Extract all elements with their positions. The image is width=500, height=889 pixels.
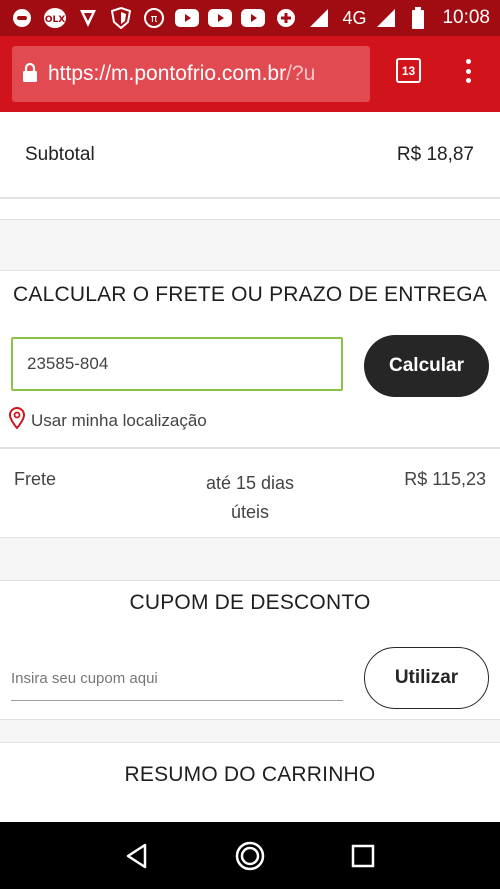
youtube-icon <box>208 6 232 30</box>
status-bar: OLX π 4G 10:08 <box>0 0 500 36</box>
frete-deadline-line2: úteis <box>230 502 270 522</box>
url-rest: /?u <box>286 62 316 85</box>
shield-icon <box>109 6 133 30</box>
pi-icon: π <box>142 6 166 30</box>
signal-icon <box>307 6 331 30</box>
overflow-menu-button[interactable] <box>458 56 478 86</box>
svg-text:OLX: OLX <box>45 15 65 25</box>
subtotal-label: Subtotal <box>25 144 95 165</box>
shipping-calculator: CALCULAR O FRETE OU PRAZO DE ENTREGA 235… <box>0 270 500 448</box>
coupon-title: CUPOM DE DESCONTO <box>129 591 371 614</box>
divider-strip <box>0 198 500 220</box>
vpn-icon <box>76 6 100 30</box>
use-location-link[interactable]: Usar minha localização <box>8 406 207 434</box>
shipping-result-row: Frete até 15 dias úteis R$ 115,23 <box>0 448 500 538</box>
menu-dot <box>465 59 471 64</box>
menu-dot <box>465 68 471 74</box>
location-pin-icon <box>8 406 26 434</box>
use-location-label: Usar minha localização <box>31 410 207 430</box>
youtube-icon <box>241 6 265 30</box>
frete-label: Frete <box>14 469 57 489</box>
svg-text:π: π <box>151 12 158 25</box>
shipping-title: CALCULAR O FRETE OU PRAZO DE ENTREGA <box>13 283 487 306</box>
cep-input[interactable]: 23585-804 <box>11 337 343 391</box>
url-main: https://m.pontofrio.com.br <box>48 62 287 85</box>
calculate-button[interactable]: Calcular <box>364 335 489 397</box>
address-bar[interactable]: https://m.pontofrio.com.br/?u <box>12 46 370 102</box>
mdroid-icon <box>274 6 298 30</box>
tab-switcher-button[interactable]: 13 <box>396 58 421 83</box>
apply-coupon-button[interactable]: Utilizar <box>364 647 489 709</box>
browser-toolbar: https://m.pontofrio.com.br/?u 13 <box>0 36 500 112</box>
url-text: https://m.pontofrio.com.br/?u <box>48 62 315 86</box>
olx-icon: OLX <box>43 6 67 30</box>
frete-value: R$ 115,23 <box>404 469 486 489</box>
menu-dot <box>465 78 471 83</box>
frete-deadline: até 15 dias úteis <box>180 469 320 527</box>
battery-icon <box>406 6 430 30</box>
youtube-icon <box>175 6 199 30</box>
cell-signal-icon <box>374 6 398 30</box>
notification-icons: OLX π <box>10 6 331 30</box>
status-right: 4G 10:08 <box>342 6 490 30</box>
page-content: Subtotal R$ 18,87 CALCULAR O FRETE OU PR… <box>0 112 500 822</box>
lock-icon <box>22 62 38 87</box>
home-button[interactable] <box>230 836 270 876</box>
subtotal-row: Subtotal R$ 18,87 <box>0 112 500 198</box>
cart-summary-section: RESUMO DO CARRINHO <box>0 742 500 822</box>
subtotal-value: R$ 18,87 <box>396 144 474 165</box>
recents-button[interactable] <box>343 836 383 876</box>
cart-summary-title: RESUMO DO CARRINHO <box>124 763 376 786</box>
clock: 10:08 <box>442 7 490 28</box>
back-button[interactable] <box>117 836 157 876</box>
frete-deadline-line1: até 15 dias <box>205 473 295 493</box>
android-nav-bar <box>0 822 500 889</box>
network-label: 4G <box>342 7 367 28</box>
coupon-input[interactable]: Insira seu cupom aqui <box>11 651 343 701</box>
coupon-section: CUPOM DE DESCONTO Insira seu cupom aqui … <box>0 580 500 720</box>
whatsapp-icon <box>10 6 34 30</box>
